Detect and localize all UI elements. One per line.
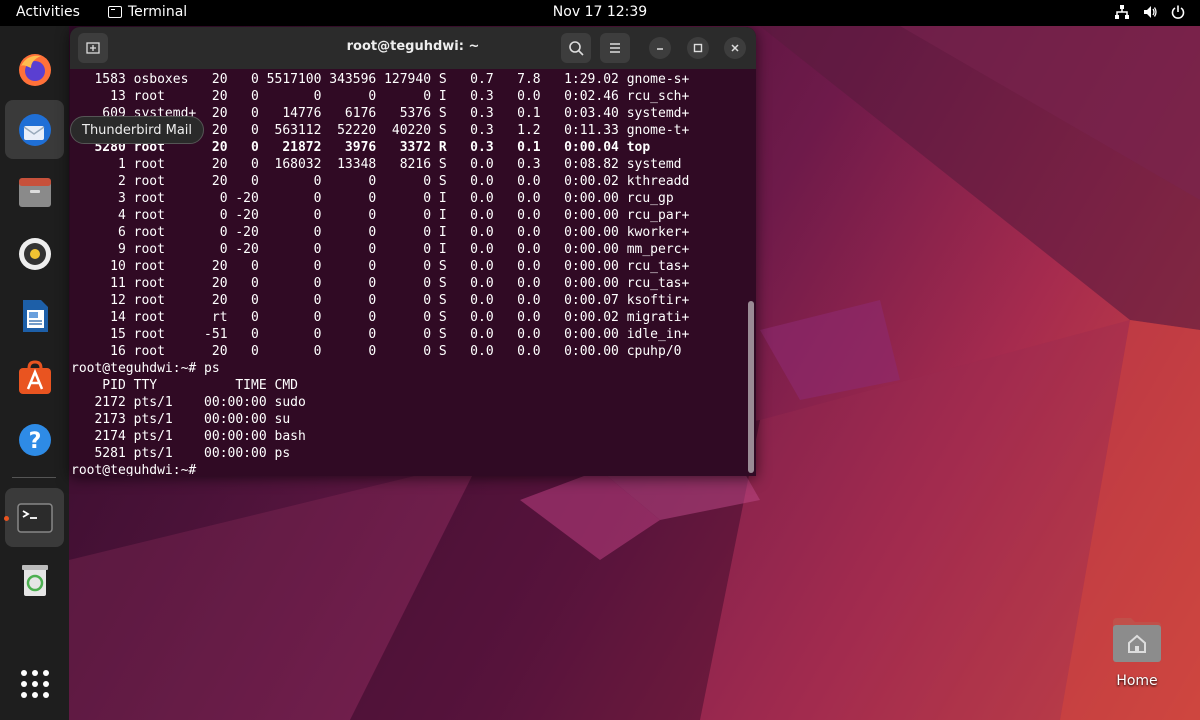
minimize-icon [657, 48, 663, 50]
app-grid-icon [21, 670, 49, 698]
terminal-line: 14 root rt 0 0 0 0 S 0.0 0.0 0:00.02 mig… [71, 310, 690, 325]
dock-tooltip: Thunderbird Mail [70, 116, 205, 144]
running-indicator [4, 516, 9, 521]
terminal-line: 10 root 20 0 0 0 0 S 0.0 0.0 0:00.00 rcu… [71, 259, 690, 274]
terminal-headerbar[interactable]: root@teguhdwi: ~ [70, 27, 756, 69]
app-menu-label: Terminal [128, 4, 188, 20]
svg-text:?: ? [29, 429, 42, 454]
writer-icon [23, 300, 48, 332]
terminal-line: 2173 pts/1 00:00:00 su [71, 412, 291, 427]
help-icon: ? [19, 424, 51, 456]
dock: ? [0, 26, 69, 720]
close-button[interactable] [724, 37, 746, 59]
maximize-button[interactable] [687, 37, 709, 59]
trash-icon [22, 565, 48, 596]
files-icon [19, 178, 51, 207]
dock-software[interactable] [5, 348, 64, 407]
terminal-window[interactable]: root@teguhdwi: ~ 1583 osboxes 20 0 55171… [70, 27, 756, 476]
app-menu-terminal[interactable]: Terminal [108, 4, 187, 20]
close-icon [731, 44, 739, 52]
terminal-line: 2172 pts/1 00:00:00 sudo [71, 395, 306, 410]
terminal-line: 5281 pts/1 00:00:00 ps [71, 446, 291, 461]
terminal-line: 15 root -51 0 0 0 0 S 0.0 0.0 0:00.00 id… [71, 327, 690, 342]
system-tray[interactable] [1114, 4, 1186, 20]
thunderbird-icon [19, 114, 51, 146]
home-folder-icon [1113, 618, 1161, 662]
dock-trash[interactable] [5, 550, 64, 609]
activities-button[interactable]: Activities [16, 4, 80, 20]
new-tab-button[interactable] [78, 33, 108, 63]
dock-files[interactable] [5, 162, 64, 221]
terminal-line: 1583 osboxes 20 0 5517100 343596 127940 … [71, 72, 690, 87]
terminal-line: 12 root 20 0 0 0 0 S 0.0 0.0 0:00.07 kso… [71, 293, 690, 308]
software-icon [19, 360, 51, 394]
dock-show-apps[interactable] [5, 654, 64, 713]
firefox-icon [19, 54, 51, 86]
desktop-home-icon[interactable]: Home [1104, 612, 1170, 692]
search-button[interactable] [561, 33, 591, 63]
hamburger-menu-icon [610, 43, 620, 53]
search-icon [569, 41, 584, 56]
volume-icon [1144, 6, 1157, 18]
terminal-scrollbar[interactable] [748, 301, 754, 473]
dock-terminal[interactable] [4, 488, 64, 547]
dock-thunderbird[interactable] [5, 100, 64, 159]
terminal-line: 6 root 0 -20 0 0 0 I 0.0 0.0 0:00.00 kwo… [71, 225, 690, 240]
terminal-line: PID TTY TIME CMD [71, 378, 298, 393]
clock[interactable]: Nov 17 12:39 [553, 4, 647, 20]
rhythmbox-icon [19, 238, 51, 270]
dock-separator [12, 477, 56, 478]
minimize-button[interactable] [649, 37, 671, 59]
new-tab-icon [86, 42, 100, 54]
terminal-line: 9 root 0 -20 0 0 0 I 0.0 0.0 0:00.00 mm_… [71, 242, 690, 257]
dock-rhythmbox[interactable] [5, 224, 64, 283]
dock-writer[interactable] [5, 286, 64, 345]
home-label: Home [1116, 673, 1158, 689]
terminal-line: 16 root 20 0 0 0 0 S 0.0 0.0 0:00.00 cpu… [71, 344, 682, 359]
terminal-small-icon [108, 6, 122, 18]
dock-help[interactable]: ? [5, 410, 64, 469]
terminal-line: 11 root 20 0 0 0 0 S 0.0 0.0 0:00.00 rcu… [71, 276, 690, 291]
terminal-line: 2 root 20 0 0 0 0 S 0.0 0.0 0:00.02 kthr… [71, 174, 690, 189]
network-icon [1115, 5, 1129, 19]
terminal-prompt-line: root@teguhdwi:~# ps [71, 361, 220, 376]
terminal-line: 2174 pts/1 00:00:00 bash [71, 429, 306, 444]
terminal-prompt-line: root@teguhdwi:~# [71, 463, 197, 476]
dock-firefox[interactable] [5, 40, 64, 99]
power-icon [1171, 5, 1185, 19]
terminal-line: 1 root 20 0 168032 13348 8216 S 0.0 0.3 … [71, 157, 682, 172]
menu-button[interactable] [600, 33, 630, 63]
terminal-icon [17, 503, 53, 533]
maximize-icon [693, 43, 703, 53]
top-bar: Activities Terminal Nov 17 12:39 [0, 0, 1200, 26]
terminal-line: 4 root 0 -20 0 0 0 I 0.0 0.0 0:00.00 rcu… [71, 208, 690, 223]
terminal-line: 3 root 0 -20 0 0 0 I 0.0 0.0 0:00.00 rcu… [71, 191, 674, 206]
terminal-line: 13 root 20 0 0 0 0 I 0.3 0.0 0:02.46 rcu… [71, 89, 690, 104]
